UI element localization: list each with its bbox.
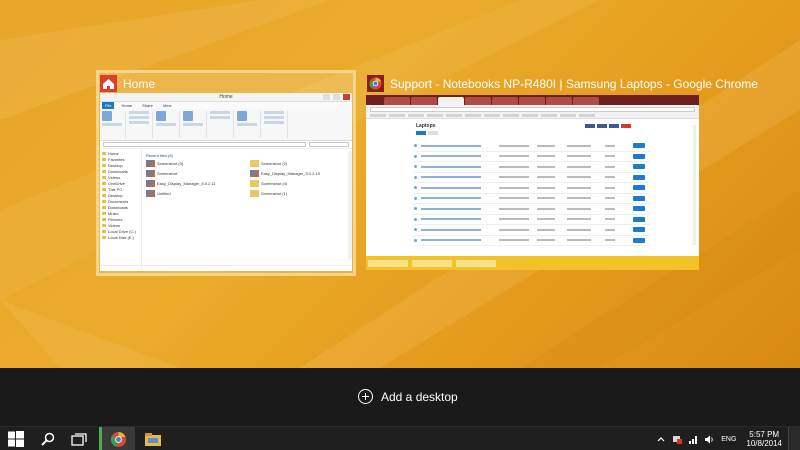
file-item: Screenshot (4) xyxy=(250,180,348,187)
page-heading: Laptops xyxy=(416,123,436,129)
chevron-up-icon[interactable] xyxy=(656,435,666,444)
file-item: Untitled xyxy=(146,190,244,197)
table-row xyxy=(414,173,650,183)
table-row xyxy=(414,183,650,194)
window-title-home[interactable]: Home xyxy=(100,75,155,92)
explorer-scrollbar xyxy=(348,151,352,259)
file-item: Screenshot (1) xyxy=(250,190,348,197)
language-indicator[interactable]: ENG xyxy=(721,436,736,443)
clock-date: 10/8/2014 xyxy=(746,439,782,448)
volume-icon[interactable] xyxy=(704,435,714,444)
table-row xyxy=(414,194,650,204)
download-table xyxy=(414,141,650,246)
explorer-title: Home xyxy=(219,94,233,100)
chrome-download-bar xyxy=(366,256,699,270)
tab-file: File xyxy=(102,102,115,109)
file-item: Screenshot xyxy=(146,170,244,177)
chrome-tabstrip xyxy=(366,95,699,105)
file-explorer-icon xyxy=(145,432,161,446)
taskbar: ENG 5:57 PM 10/8/2014 xyxy=(0,426,800,450)
table-row xyxy=(414,236,650,246)
chrome-page-content: Laptops xyxy=(366,119,699,256)
table-row xyxy=(414,141,650,152)
network-icon[interactable] xyxy=(688,435,698,444)
table-row xyxy=(414,225,650,236)
table-row xyxy=(414,162,650,173)
task-view-button[interactable] xyxy=(66,427,92,450)
window-controls xyxy=(323,94,350,100)
add-desktop-label: Add a desktop xyxy=(381,389,458,404)
table-row xyxy=(414,215,650,225)
explorer-window-thumbnail[interactable]: Home File Home Share View Home Favorites… xyxy=(100,93,352,271)
tab-home: Home xyxy=(121,103,133,108)
show-desktop-button[interactable] xyxy=(788,427,800,450)
taskbar-chrome-button[interactable] xyxy=(99,427,135,450)
start-button[interactable] xyxy=(0,427,32,450)
system-tray: ENG 5:57 PM 10/8/2014 xyxy=(653,427,800,450)
social-buttons xyxy=(585,124,631,128)
file-item: Screenshot (2) xyxy=(250,160,348,167)
explorer-ribbon-tabs: File Home Share View xyxy=(100,102,352,109)
file-item: Easy_Display_Manager_5.0.2.10 xyxy=(250,170,348,177)
explorer-file-list: Recent files (8) Screenshot (3) Screensh… xyxy=(142,149,352,269)
recent-files-header: Recent files (8) xyxy=(146,153,173,158)
filter-pills xyxy=(416,131,438,135)
plus-icon xyxy=(358,389,373,404)
explorer-nav-pane: Home Favorites Desktop Downloads Videos … xyxy=(100,149,142,269)
clock[interactable]: 5:57 PM 10/8/2014 xyxy=(746,430,782,448)
file-item: Screenshot (3) xyxy=(146,160,244,167)
window-title-text: Support - Notebooks NP-R480I | Samsung L… xyxy=(390,76,758,91)
search-icon xyxy=(41,432,55,446)
windows-logo-icon xyxy=(8,431,24,447)
explorer-address-bar xyxy=(100,141,352,149)
add-desktop-button[interactable]: Add a desktop xyxy=(358,389,458,404)
tab-share: Share xyxy=(142,103,153,108)
explorer-titlebar: Home xyxy=(100,93,352,102)
chrome-scrollbar xyxy=(693,125,696,245)
table-row xyxy=(414,204,650,215)
clock-time: 5:57 PM xyxy=(749,430,780,439)
tab-view: View xyxy=(162,103,172,108)
window-title-chrome[interactable]: Support - Notebooks NP-R480I | Samsung L… xyxy=(367,75,758,92)
file-item: Easy_Display_Manager_5.0.2.11 xyxy=(146,180,244,187)
explorer-ribbon xyxy=(100,109,352,141)
explorer-status-bar xyxy=(100,265,352,271)
table-row xyxy=(414,152,650,162)
chrome-address-bar xyxy=(366,105,699,113)
action-center-flag-icon[interactable] xyxy=(672,435,683,444)
chrome-icon xyxy=(367,75,384,92)
window-title-text: Home xyxy=(123,76,156,91)
taskbar-file-explorer-button[interactable] xyxy=(138,427,168,450)
folder-home-icon xyxy=(100,75,117,92)
chrome-icon xyxy=(110,431,126,447)
chrome-window-thumbnail[interactable]: Laptops xyxy=(366,95,699,270)
task-view-icon xyxy=(71,432,87,446)
search-button[interactable] xyxy=(36,427,60,450)
